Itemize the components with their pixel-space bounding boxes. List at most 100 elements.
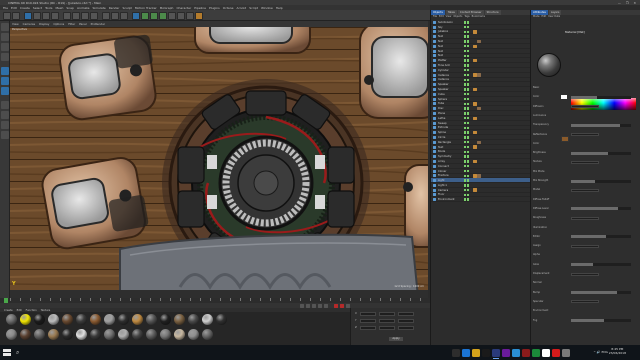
visibility-editor-toggle[interactable] <box>464 107 466 110</box>
visibility-editor-toggle[interactable] <box>464 131 466 134</box>
visibility-editor-toggle[interactable] <box>464 102 466 106</box>
material-swatch[interactable] <box>20 329 31 340</box>
attribute-field[interactable] <box>571 188 599 192</box>
lower-cushion-sign[interactable] <box>119 233 419 290</box>
material-swatch[interactable] <box>48 314 59 325</box>
visibility-render-toggle[interactable] <box>467 49 469 53</box>
pen-icon[interactable] <box>141 11 149 20</box>
menu-item[interactable]: Render <box>109 6 120 10</box>
viewport-menu-item[interactable]: Panel <box>79 22 87 26</box>
record-icon[interactable] <box>334 303 338 308</box>
visibility-render-toggle[interactable] <box>467 92 469 96</box>
speaker-top[interactable] <box>194 27 311 54</box>
object-menu-item[interactable]: Objects <box>453 15 462 19</box>
visibility-render-toggle[interactable] <box>467 140 469 144</box>
material-swatch[interactable] <box>20 314 31 325</box>
search-icon[interactable]: ⌕ <box>16 349 19 357</box>
menu-item[interactable]: Pipeline <box>194 6 206 10</box>
size-z-field[interactable] <box>378 326 395 330</box>
visibility-render-toggle[interactable] <box>467 102 469 106</box>
material-swatch[interactable] <box>160 314 171 325</box>
texture-mode-icon[interactable] <box>1 43 9 51</box>
visibility-editor-toggle[interactable] <box>464 145 466 149</box>
object-menu-item[interactable]: View <box>446 15 452 19</box>
visibility-editor-toggle[interactable] <box>464 164 466 168</box>
material-swatch[interactable] <box>6 329 17 340</box>
visibility-editor-toggle[interactable] <box>464 49 466 53</box>
visibility-editor-toggle[interactable] <box>464 73 466 77</box>
material-tag-icon[interactable] <box>473 159 477 164</box>
taskbar-app-icon[interactable] <box>512 348 520 357</box>
visibility-render-toggle[interactable] <box>467 35 469 38</box>
visibility-editor-toggle[interactable] <box>464 150 466 154</box>
position-x-field[interactable] <box>359 312 376 316</box>
menu-item[interactable]: Window <box>261 6 273 10</box>
visibility-editor-toggle[interactable] <box>464 97 466 101</box>
snapping-icon[interactable] <box>1 121 9 129</box>
visibility-render-toggle[interactable] <box>467 83 469 86</box>
attribute-slider[interactable] <box>571 319 631 322</box>
viewport-menu-item[interactable]: ProRender <box>91 22 105 26</box>
texture-tag-icon[interactable] <box>477 106 481 111</box>
visibility-editor-toggle[interactable] <box>464 116 466 120</box>
visibility-editor-toggle[interactable] <box>464 30 466 34</box>
material-swatch[interactable] <box>132 314 143 325</box>
material-tag-icon[interactable] <box>473 30 477 34</box>
menu-item[interactable]: Animate <box>77 6 90 10</box>
attribute-slider[interactable] <box>571 291 631 295</box>
material-swatch[interactable] <box>76 329 87 340</box>
taskbar-app-icon[interactable] <box>492 348 500 359</box>
material-swatch[interactable] <box>34 329 45 340</box>
visibility-render-toggle[interactable] <box>467 126 469 130</box>
make-editable-icon[interactable] <box>1 23 9 31</box>
texture-thumbnail[interactable] <box>561 136 569 142</box>
keyframe-selection-icon[interactable] <box>346 303 350 308</box>
material-swatch[interactable] <box>146 329 157 340</box>
bend-icon[interactable] <box>168 11 176 20</box>
attribute-field[interactable] <box>571 216 599 220</box>
previous-frame-icon[interactable] <box>306 303 310 308</box>
material-swatch[interactable] <box>62 314 73 325</box>
menu-item[interactable]: Create <box>20 6 30 10</box>
color-swatch[interactable] <box>561 95 567 99</box>
visibility-render-toggle[interactable] <box>467 54 469 58</box>
rotation-p-field[interactable] <box>397 319 414 323</box>
material-tag-icon[interactable] <box>473 116 477 121</box>
menu-item[interactable]: Character <box>176 6 191 10</box>
material-swatch[interactable] <box>104 314 115 325</box>
visibility-editor-toggle[interactable] <box>464 83 466 86</box>
visibility-render-toggle[interactable] <box>467 179 469 182</box>
visibility-editor-toggle[interactable] <box>464 121 466 125</box>
3d-viewport[interactable]: Perspective Y Grid Spacing : 1000 cm <box>10 27 428 290</box>
visibility-editor-toggle[interactable] <box>464 25 466 29</box>
menu-item[interactable]: Snap <box>66 6 74 10</box>
visibility-editor-toggle[interactable] <box>464 136 466 139</box>
next-frame-icon[interactable] <box>318 303 322 308</box>
visibility-editor-toggle[interactable] <box>464 68 466 72</box>
visibility-render-toggle[interactable] <box>467 174 469 177</box>
visibility-render-toggle[interactable] <box>467 164 469 168</box>
visibility-render-toggle[interactable] <box>467 188 469 192</box>
model-mode-icon[interactable] <box>1 33 9 41</box>
menu-item[interactable]: Select <box>33 6 42 10</box>
material-preview[interactable] <box>537 53 561 77</box>
workplane-icon[interactable] <box>1 53 9 61</box>
object-menu-item[interactable]: Tags <box>464 15 469 19</box>
floor-icon[interactable] <box>177 11 185 20</box>
speaker-left[interactable] <box>40 155 150 251</box>
apply-button[interactable]: Apply <box>389 337 403 341</box>
coordinate-system-icon[interactable] <box>90 11 98 20</box>
menu-item[interactable]: Arnold <box>237 6 247 10</box>
material-swatch[interactable] <box>146 314 157 325</box>
rotation-h-field[interactable] <box>397 312 414 316</box>
windows-start-icon[interactable] <box>3 348 11 357</box>
taskbar-app-icon[interactable] <box>462 348 470 357</box>
speaker-right[interactable] <box>403 164 428 248</box>
visibility-editor-toggle[interactable] <box>464 174 466 177</box>
material-swatch[interactable] <box>160 329 171 340</box>
points-mode-icon[interactable] <box>1 67 9 75</box>
taskbar-app-icon[interactable] <box>532 348 540 357</box>
visibility-render-toggle[interactable] <box>467 121 469 125</box>
material-swatch[interactable] <box>174 314 185 325</box>
material-tag-icon[interactable] <box>473 145 477 149</box>
